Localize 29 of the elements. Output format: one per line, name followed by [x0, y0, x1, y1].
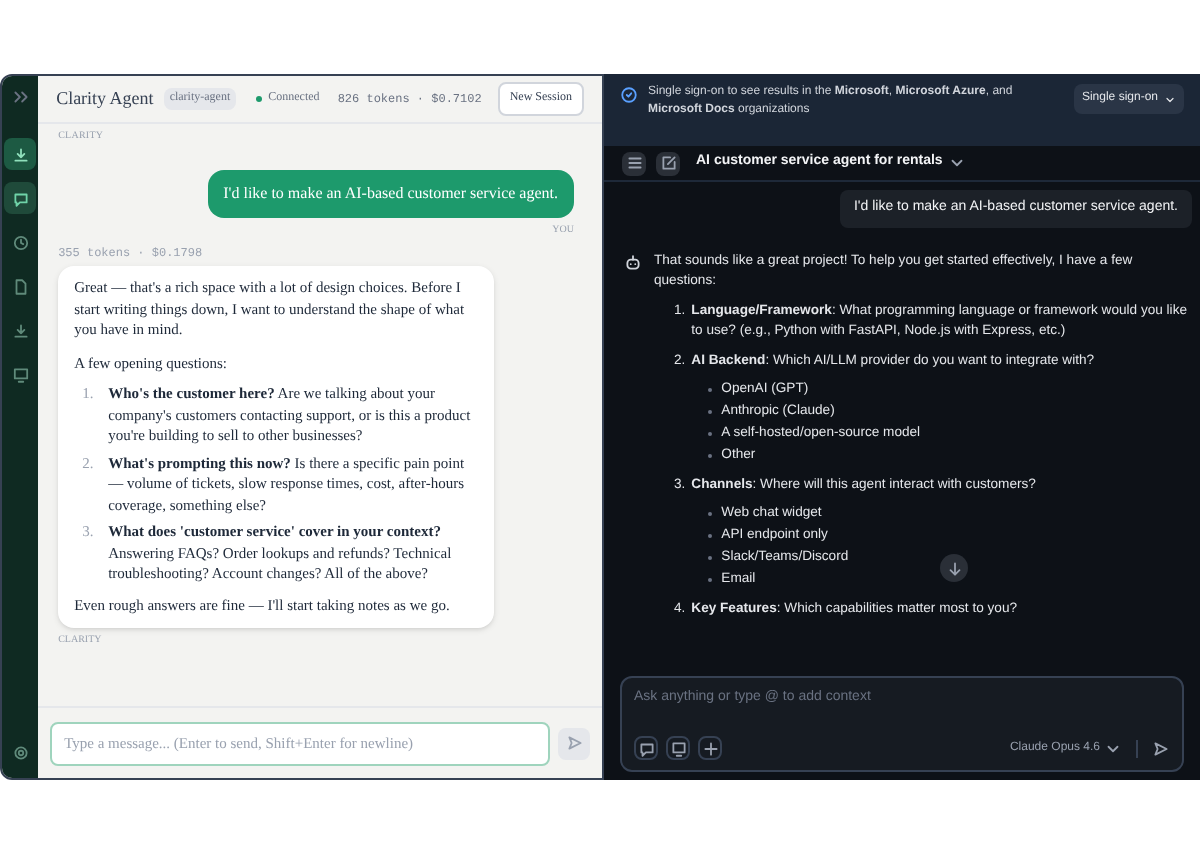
expand-icon[interactable]: [11, 88, 30, 106]
user-message: I'd like to make an AI-based customer service agent.: [207, 169, 574, 217]
settings-icon[interactable]: [11, 744, 30, 762]
chat-icon: [11, 189, 30, 207]
bot-icon: [624, 253, 642, 271]
document-icon: [11, 277, 30, 295]
download-button[interactable]: [4, 138, 37, 170]
new-chat-button[interactable]: [656, 151, 680, 175]
comment-icon: [637, 739, 655, 757]
monitor-icon: [11, 365, 30, 383]
send-icon[interactable]: [1152, 739, 1170, 757]
sidebar-toggle-button[interactable]: [622, 151, 646, 175]
arrow-down-icon: [945, 559, 963, 577]
caret-icon: [948, 154, 967, 172]
add-button[interactable]: [698, 736, 722, 760]
clock-icon: [11, 233, 30, 251]
plus-icon: [701, 739, 719, 757]
scroll-down-button[interactable]: [940, 554, 968, 582]
monitor-button[interactable]: [666, 736, 690, 760]
menu-icon: [625, 154, 643, 172]
comment-button[interactable]: [634, 736, 658, 760]
app-title: Clarity Agent: [56, 85, 154, 112]
caret-icon: [1164, 93, 1176, 105]
download-icon: [11, 145, 30, 163]
download-icon: [11, 321, 30, 339]
edit-icon: [659, 154, 677, 172]
chat-button[interactable]: [4, 182, 37, 214]
monitor-icon: [669, 739, 687, 757]
send-icon: [565, 734, 583, 752]
